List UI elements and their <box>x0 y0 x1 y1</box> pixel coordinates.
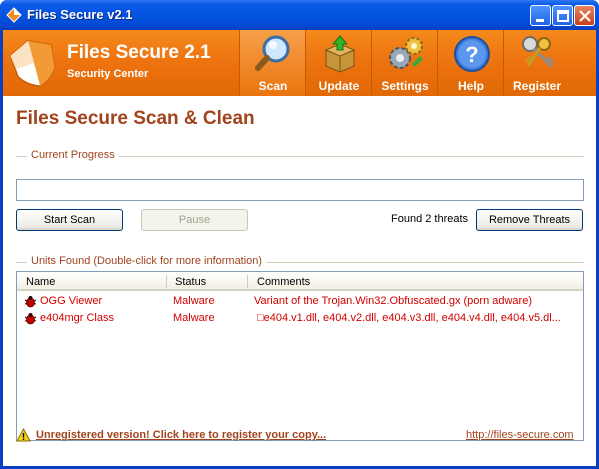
box-update-icon <box>324 35 356 73</box>
column-header-comments[interactable]: Comments <box>257 276 310 288</box>
register-link[interactable]: Unregistered version! Click here to regi… <box>36 429 326 441</box>
app-subtitle: Security Center <box>67 68 149 80</box>
threat-count-status: Found 2 threats <box>391 213 469 225</box>
maximize-button[interactable] <box>552 5 573 26</box>
warning-icon <box>16 428 31 442</box>
header-banner: Files Secure 2.1 Security Center Scan Up… <box>3 30 596 96</box>
app-name: Files Secure 2.1 <box>67 42 211 63</box>
nav-help[interactable]: ? Help <box>437 30 503 96</box>
nav-register-label: Register <box>512 79 562 93</box>
column-header-status[interactable]: Status <box>175 276 206 288</box>
column-header-name[interactable]: Name <box>26 276 55 288</box>
website-link[interactable]: http://files-secure.com <box>466 429 574 441</box>
row-status: Malware <box>173 295 215 307</box>
nav-scan[interactable]: Scan <box>239 30 305 96</box>
bug-icon <box>24 296 37 308</box>
pause-button[interactable]: Pause <box>141 209 248 231</box>
progress-group-label: Current Progress <box>27 149 119 161</box>
nav-update-label: Update <box>318 79 360 93</box>
row-comment: □e404.v1.dll, e404.v2.dll, e404.v3.dll, … <box>257 312 561 324</box>
settings-gears-icon <box>389 37 423 69</box>
close-button[interactable] <box>574 5 595 26</box>
row-name: e404mgr Class <box>40 312 114 324</box>
title-bar[interactable]: Files Secure v2.1 <box>0 0 599 30</box>
page-title: Files Secure Scan & Clean <box>16 108 255 129</box>
app-window: Files Secure v2.1 Files Secure 2.1 Secur… <box>0 0 599 469</box>
table-row[interactable]: e404mgr Class Malware □e404.v1.dll, e404… <box>17 310 583 327</box>
maximize-icon <box>557 10 569 22</box>
close-icon <box>579 10 591 22</box>
row-status: Malware <box>173 312 215 324</box>
nav-settings[interactable]: Settings <box>371 30 437 96</box>
keys-icon <box>522 36 555 69</box>
remove-threats-button[interactable]: Remove Threats <box>476 209 583 231</box>
row-name: OGG Viewer <box>40 295 103 307</box>
table-row[interactable]: OGG Viewer Malware Variant of the Trojan… <box>17 293 583 310</box>
minimize-icon <box>536 19 544 22</box>
app-shield-icon <box>6 7 22 23</box>
client-area: Files Secure 2.1 Security Center Scan Up… <box>3 30 596 466</box>
start-scan-button[interactable]: Start Scan <box>16 209 123 231</box>
svg-text:?: ? <box>465 42 478 67</box>
minimize-button[interactable] <box>530 5 551 26</box>
list-header: Name Status Comments <box>17 272 583 291</box>
nav-scan-label: Scan <box>258 79 288 93</box>
scan-progress-bar <box>16 179 584 201</box>
shield-logo-icon <box>9 39 56 87</box>
units-group-label: Units Found (Double-click for more infor… <box>27 255 267 267</box>
row-comment: Variant of the Trojan.Win32.Obfuscated.g… <box>254 295 532 307</box>
nav-register[interactable]: Register <box>503 30 569 96</box>
window-title: Files Secure v2.1 <box>27 7 133 22</box>
magnifier-icon <box>255 35 290 71</box>
nav-settings-label: Settings <box>381 79 429 93</box>
bug-icon <box>24 313 37 325</box>
column-separator[interactable] <box>247 275 248 288</box>
nav-help-label: Help <box>457 79 484 93</box>
threats-list[interactable]: Name Status Comments OGG Viewer Malware … <box>16 271 584 441</box>
help-question-icon: ? <box>454 36 490 72</box>
nav-update[interactable]: Update <box>305 30 371 96</box>
column-separator[interactable] <box>166 275 167 288</box>
